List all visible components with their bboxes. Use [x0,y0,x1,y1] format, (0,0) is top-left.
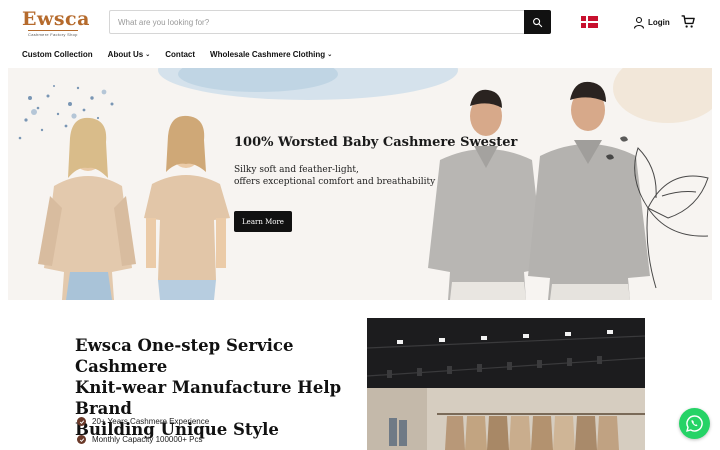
nav-item-contact[interactable]: Contact [165,50,195,59]
feature-label: 20+ Years Cashmere Experience [92,417,210,426]
user-icon [633,16,645,29]
denmark-flag-icon[interactable] [581,16,598,28]
nav-item-label: About Us [107,49,144,59]
hero-subtitle: Silky soft and feather-light, offers exc… [234,164,435,188]
chevron-down-icon: ⌄ [327,51,333,58]
nav-item-label: Wholesale Cashmere Clothing [210,49,326,59]
feature-item: Monthly Capacity 100000+ Pcs [77,435,203,444]
chevron-down-icon: ⌄ [145,51,151,58]
whatsapp-chat-button[interactable] [679,408,710,439]
search-input[interactable] [110,11,526,33]
nav-item-label: Custom Collection [22,49,93,59]
nav-item-custom-collection[interactable]: Custom Collection [22,50,93,59]
hero-title: 100% Worsted Baby Cashmere Swester [234,135,518,150]
main-nav: Custom Collection About Us ⌄ Contact Who… [22,47,347,61]
cart-icon [681,15,695,28]
nav-item-about-us[interactable]: About Us ⌄ [108,50,151,59]
search-icon [533,17,543,27]
login-label: Login [648,17,670,27]
hero-subtitle-line: Silky soft and feather-light, [234,165,359,175]
nav-item-wholesale-cashmere-clothing[interactable]: Wholesale Cashmere Clothing ⌄ [210,50,332,59]
login-link[interactable]: Login [633,15,670,29]
intro-heading-line: Knit-wear Manufacture Help Brand [75,378,342,418]
intro-heading-line: Ewsca One-step Service Cashmere [75,336,294,376]
hero-banner: 100% Worsted Baby Cashmere Swester Silky… [8,68,712,300]
hero-subtitle-line: offers exceptional comfort and breathabi… [234,177,436,187]
showroom-image [367,318,645,450]
cart-button[interactable] [681,14,696,29]
check-circle-icon [77,435,86,444]
logo[interactable]: Ewsca Cashmere Factory Shop [22,8,98,37]
whatsapp-icon [686,415,703,432]
search-button[interactable] [524,10,551,34]
logo-wordmark: Ewsca [22,8,90,30]
search-bar [109,10,551,34]
logo-tagline: Cashmere Factory Shop [28,30,78,37]
check-circle-icon [77,417,86,426]
learn-more-button[interactable]: Learn More [234,211,292,232]
feature-item: 20+ Years Cashmere Experience [77,417,209,426]
feature-label: Monthly Capacity 100000+ Pcs [92,435,203,444]
nav-item-label: Contact [165,49,196,59]
